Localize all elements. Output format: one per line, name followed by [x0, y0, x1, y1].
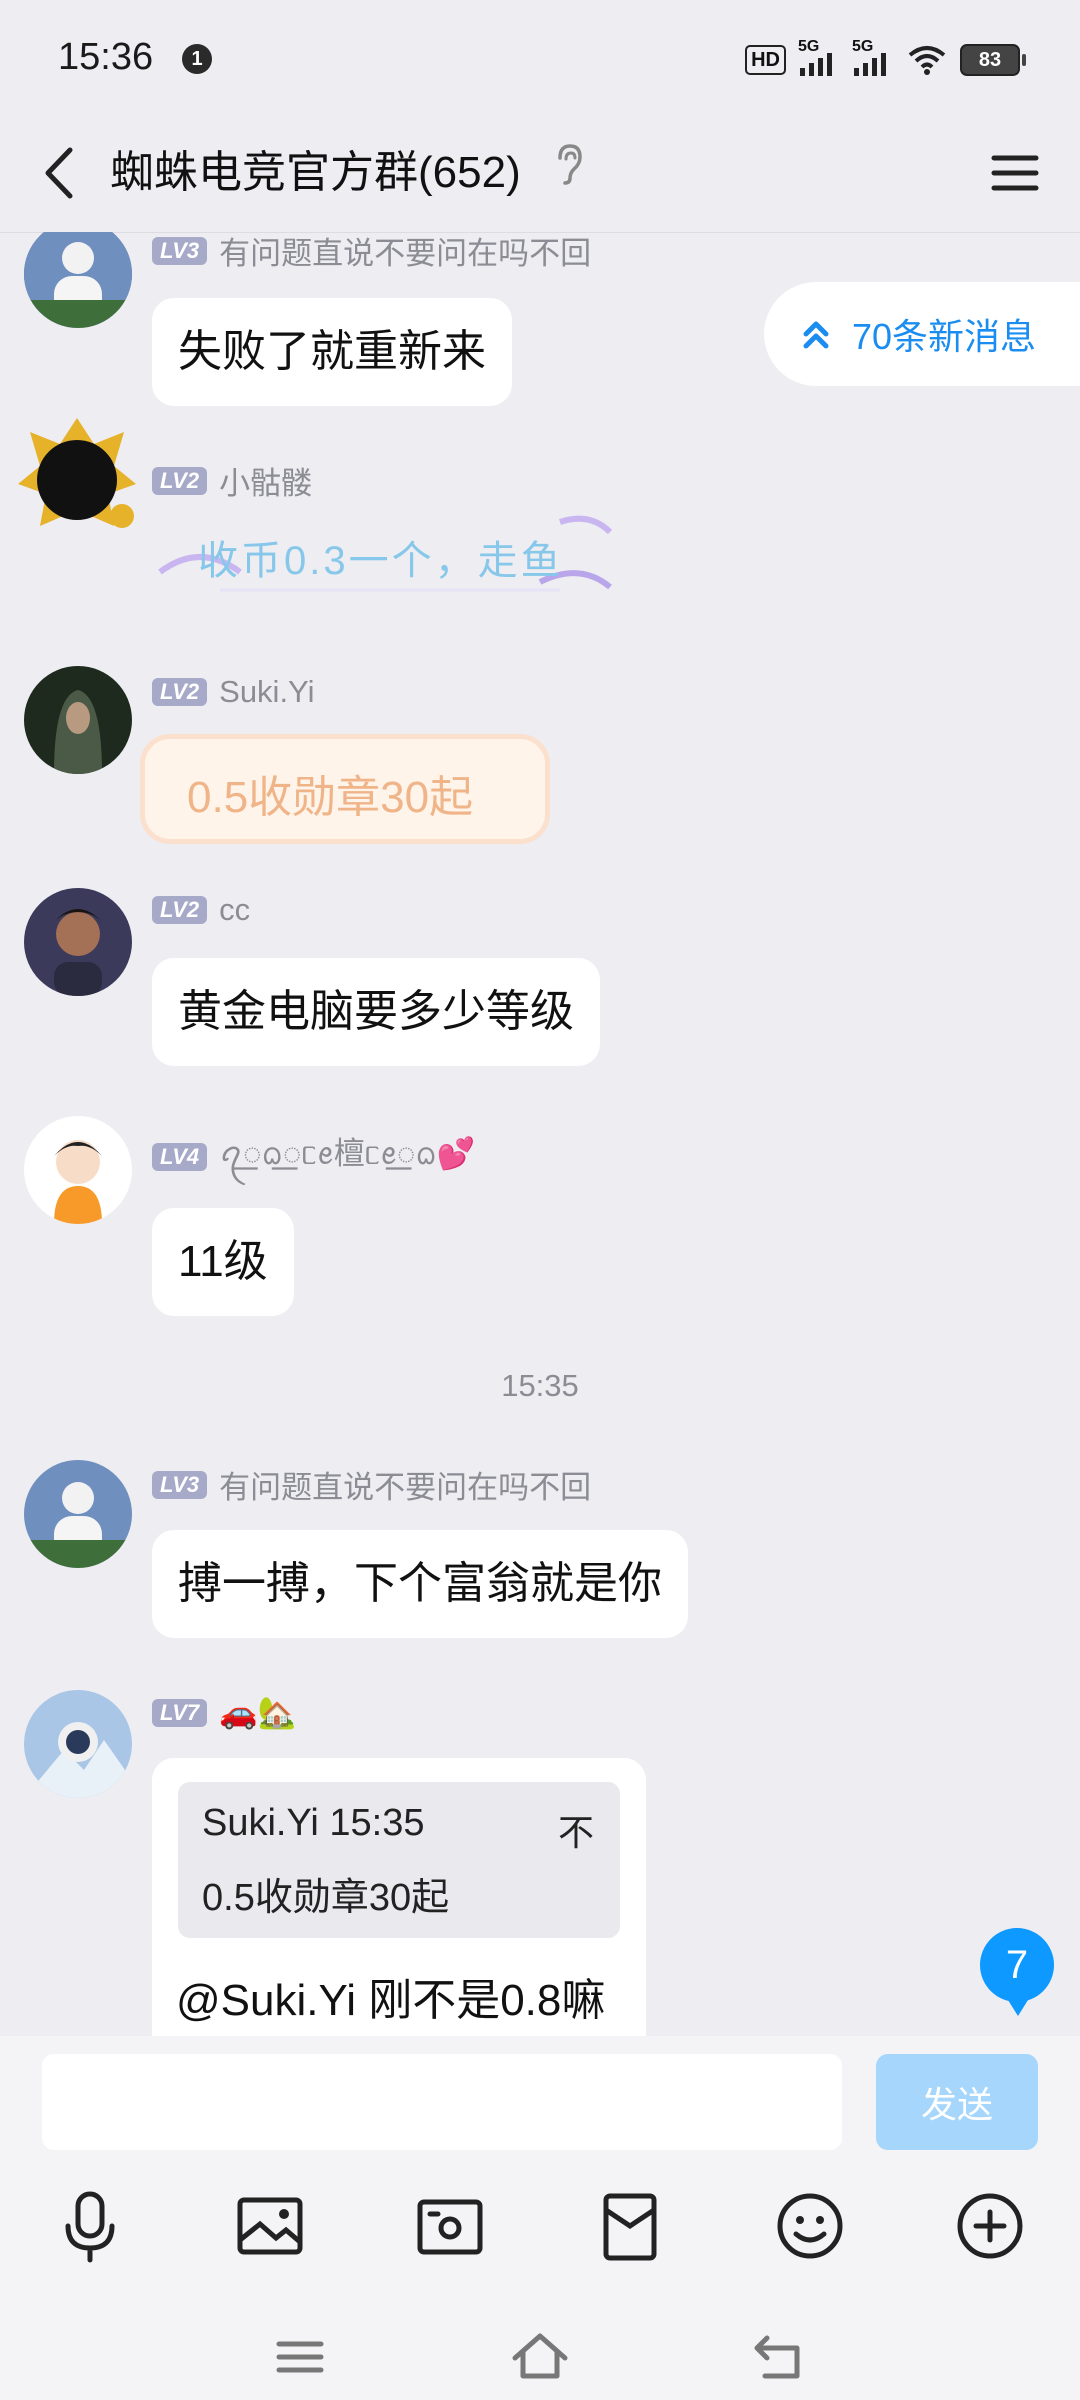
image-icon — [237, 2197, 303, 2255]
avatar[interactable] — [24, 1460, 132, 1568]
status-time: 15:36 — [58, 36, 154, 78]
input-area: 发送 — [0, 2036, 1080, 2400]
message-text: 0.5收勋章30起 — [187, 773, 474, 822]
unread-count-badge[interactable]: 7 — [980, 1928, 1054, 2016]
ear-icon[interactable] — [552, 142, 586, 186]
wifi-icon — [908, 46, 946, 75]
group-title[interactable]: 蜘蛛电竞官方群(652) — [110, 140, 521, 206]
quote-text: 0.5收勋章30起 — [202, 1877, 450, 1919]
sender-info: LV4 ꪖ꯭ᨵ꯭ᥴꫀ檀ᥴꫀ꯭ᨵ💕 — [152, 1124, 475, 1189]
quoted-message[interactable]: Suki.Yi 15:35 不 0.5收勋章30起 — [178, 1782, 620, 1938]
status-icons: HD 5G 5G 83 — [745, 38, 1026, 80]
sender-name[interactable]: cc — [219, 892, 250, 928]
recent-apps-icon — [276, 2341, 324, 2373]
camera-button[interactable] — [400, 2176, 500, 2276]
reply-message-bubble[interactable]: Suki.Yi 15:35 不 0.5收勋章30起 @Suki.Yi 刚不是0.… — [152, 1758, 646, 2036]
sender-info: LV2 小骷髅 — [152, 458, 312, 503]
message-bubble[interactable]: 黄金电脑要多少等级 — [152, 958, 600, 1066]
chevron-left-icon — [45, 147, 73, 199]
decorated-message-bubble[interactable]: 0.5收勋章30起 — [140, 734, 550, 844]
send-button[interactable]: 发送 — [876, 2054, 1038, 2150]
time-separator: 15:35 — [501, 1368, 579, 1403]
avatar[interactable] — [24, 1690, 132, 1798]
sender-info: LV2 cc — [152, 892, 250, 928]
recent-apps-button[interactable] — [265, 2322, 335, 2392]
avatar[interactable] — [24, 232, 132, 328]
message-bubble[interactable]: 搏一搏，下个富翁就是你 — [152, 1530, 688, 1638]
emoji-button[interactable] — [760, 2176, 860, 2276]
level-badge: LV4 — [152, 1142, 208, 1171]
emoji-icon — [777, 2193, 843, 2259]
image-button[interactable] — [220, 2176, 320, 2276]
home-icon — [512, 2333, 568, 2379]
level-badge: LV3 — [152, 1470, 208, 1499]
plus-icon — [957, 2193, 1023, 2259]
status-bar: 15:36 1 HD 5G 5G 83 — [0, 0, 1080, 118]
decorated-message-bubble[interactable]: 收币0.3一个，走鱼 — [140, 502, 630, 602]
sender-name[interactable]: ꪖ꯭ᨵ꯭ᥴꫀ檀ᥴꫀ꯭ᨵ💕 — [219, 1124, 475, 1189]
double-chevron-up-icon — [803, 321, 829, 349]
avatar[interactable] — [24, 1116, 132, 1224]
back-icon — [754, 2335, 800, 2379]
level-badge: LV7 — [152, 1698, 208, 1727]
level-badge: LV3 — [152, 236, 208, 265]
system-back-button[interactable] — [745, 2322, 815, 2392]
chat-header: 蜘蛛电竞官方群(652) — [0, 118, 1080, 233]
new-messages-button[interactable]: 70条新消息 — [764, 282, 1080, 386]
sender-info: LV3 有问题直说不要问在吗不回 — [152, 1462, 591, 1507]
camera-icon — [417, 2199, 483, 2255]
new-messages-label: 70条新消息 — [852, 316, 1037, 357]
back-button[interactable] — [28, 138, 98, 208]
red-packet-icon — [603, 2193, 657, 2261]
message-list[interactable]: LV3 有问题直说不要问在吗不回 失败了就重新来 70条新消息 LV2 小骷髅 … — [0, 232, 1080, 2036]
avatar[interactable] — [24, 666, 132, 774]
home-button[interactable] — [505, 2322, 575, 2392]
message-text: @Suki.Yi 刚不是0.8嘛 — [176, 1976, 606, 2025]
level-badge: LV2 — [152, 466, 208, 495]
message-bubble[interactable]: 11级 — [152, 1208, 294, 1316]
sender-info: LV3 有问题直说不要问在吗不回 — [152, 232, 591, 273]
signal-icon: 5G — [852, 38, 894, 76]
hamburger-menu-icon — [991, 155, 1039, 191]
system-nav-bar — [0, 2312, 1080, 2400]
notification-badge: 1 — [182, 44, 212, 74]
avatar[interactable] — [24, 888, 132, 996]
sender-name[interactable]: 有问题直说不要问在吗不回 — [219, 1462, 591, 1507]
menu-button[interactable] — [980, 138, 1050, 208]
level-badge: LV2 — [152, 678, 208, 706]
quote-header: Suki.Yi 15:35 — [202, 1802, 425, 1844]
sender-info: LV2 Suki.Yi — [152, 674, 314, 710]
sender-info: LV7 🚗🏡 — [152, 1694, 296, 1731]
sender-name[interactable]: 🚗🏡 — [219, 1694, 296, 1731]
message-text: 收币0.3一个，走鱼 — [198, 539, 564, 583]
voice-button[interactable] — [40, 2176, 140, 2276]
red-packet-button[interactable] — [580, 2176, 680, 2276]
message-bubble[interactable]: 失败了就重新来 — [152, 298, 512, 406]
sender-name[interactable]: Suki.Yi — [219, 674, 314, 710]
microphone-icon — [65, 2191, 115, 2263]
level-badge: LV2 — [152, 896, 208, 924]
sender-name[interactable]: 小骷髅 — [219, 458, 312, 503]
battery-icon: 83 — [960, 44, 1026, 76]
more-button[interactable] — [940, 2176, 1040, 2276]
hd-icon: HD — [745, 45, 786, 75]
quote-pin-icon: 不 — [557, 1812, 594, 1853]
message-input[interactable] — [42, 2054, 842, 2150]
sender-name[interactable]: 有问题直说不要问在吗不回 — [219, 232, 591, 273]
input-toolbar — [0, 2176, 1080, 2296]
signal-icon: 5G — [798, 38, 840, 76]
avatar[interactable] — [14, 414, 140, 540]
